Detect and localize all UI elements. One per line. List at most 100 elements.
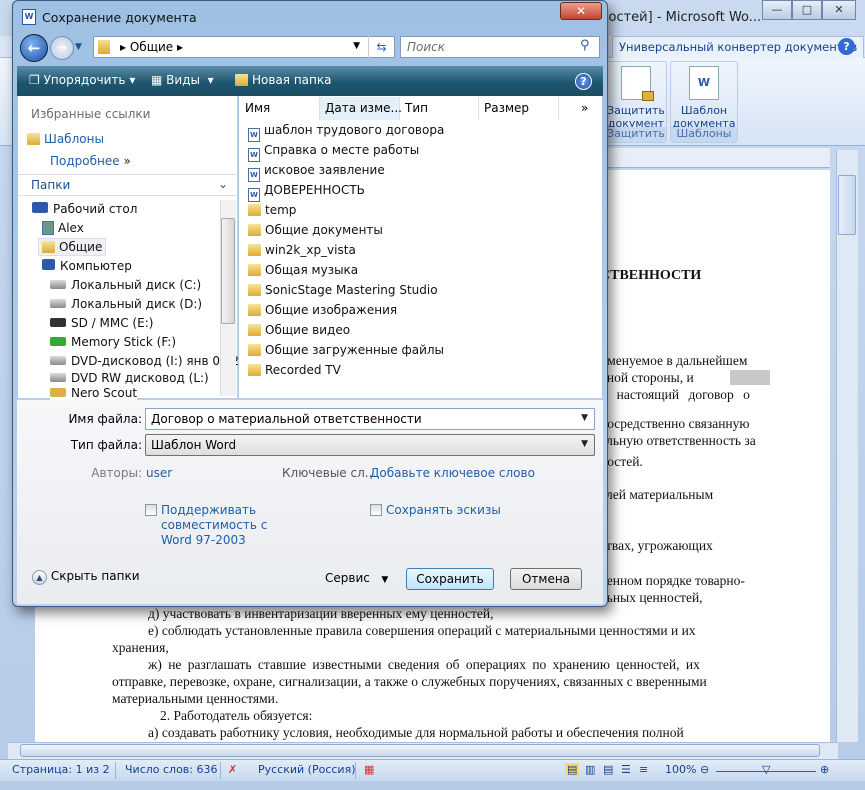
horizontal-scroll-thumb[interactable]: [20, 744, 820, 757]
compat-checkbox[interactable]: [145, 504, 157, 516]
tree-public[interactable]: Общие: [38, 238, 107, 256]
zoom-in-icon[interactable]: ⊕: [820, 763, 829, 776]
reading-layout-icon[interactable]: ▥: [585, 763, 595, 776]
hide-folders-button[interactable]: ▲ Скрыть папки: [32, 569, 140, 585]
back-button[interactable]: ←: [20, 34, 48, 62]
tree-desktop[interactable]: Рабочий стол: [32, 202, 137, 216]
vertical-scrollbar[interactable]: [836, 150, 858, 742]
file-row[interactable]: Общие видео: [248, 323, 350, 337]
print-layout-icon[interactable]: ▤: [565, 763, 580, 776]
cancel-button[interactable]: Отмена: [510, 568, 582, 590]
draft-icon[interactable]: ≡: [639, 763, 648, 776]
refresh-icon[interactable]: ⇆: [368, 36, 394, 58]
file-name: ДОВЕРЕННОСТЬ: [264, 183, 365, 197]
file-row[interactable]: Общие загруженные файлы: [248, 343, 444, 357]
file-row[interactable]: win2k_xp_vista: [248, 243, 356, 257]
zoom-level[interactable]: 100%: [665, 763, 696, 776]
organize-button[interactable]: ❐ Упорядочить ▾: [29, 73, 135, 87]
search-icon[interactable]: ⚲: [580, 38, 590, 53]
search-input[interactable]: Поиск: [400, 36, 600, 58]
page-count[interactable]: Страница: 1 из 2: [12, 763, 110, 776]
compat-label[interactable]: Поддерживать совместимость с Word 97-2003: [161, 503, 267, 548]
new-folder-button[interactable]: Новая папка: [235, 73, 331, 87]
zoom-out-icon[interactable]: ⊖: [700, 763, 709, 776]
web-layout-icon[interactable]: ▤: [603, 763, 613, 776]
column-name[interactable]: Имя: [240, 97, 320, 120]
filename-input[interactable]: Договор о материальной ответственности ▼: [145, 408, 595, 430]
maximize-button[interactable]: □: [792, 0, 822, 20]
file-row[interactable]: W ДОВЕРЕННОСТЬ: [248, 183, 365, 202]
dialog-help-icon[interactable]: ?: [575, 73, 592, 90]
group-label: Шаблоны: [671, 127, 737, 142]
save-button[interactable]: Сохранить: [406, 568, 494, 590]
tree-drive-e[interactable]: SD / MMC (E:): [50, 316, 153, 330]
zoom-slider-thumb[interactable]: ▽: [762, 763, 770, 776]
outline-icon[interactable]: ☰: [621, 763, 631, 776]
language[interactable]: Русский (Россия): [258, 763, 356, 776]
desktop-icon: [32, 202, 48, 213]
minimize-button[interactable]: —: [762, 0, 792, 20]
document-template-button[interactable]: W Шаблон документа: [671, 66, 737, 130]
column-size[interactable]: Размер: [479, 97, 559, 120]
folder-icon: [248, 204, 261, 216]
favorite-templates[interactable]: Шаблоны: [27, 132, 104, 146]
file-row[interactable]: Общие документы: [248, 223, 383, 237]
file-row[interactable]: temp: [248, 203, 296, 217]
file-row[interactable]: W Справка о месте работы: [248, 143, 419, 162]
file-row[interactable]: Общие изображения: [248, 303, 397, 317]
authors-value[interactable]: user: [146, 466, 172, 480]
chevron-down-icon[interactable]: ⌄: [218, 177, 228, 191]
tab-converter[interactable]: Универсальный конвертер документов: [612, 36, 865, 58]
keywords-input[interactable]: Добавьте ключевое слово: [370, 466, 535, 480]
folder-icon: [98, 40, 110, 54]
tree-alex[interactable]: Alex: [42, 221, 84, 235]
vertical-scroll-thumb[interactable]: [838, 175, 856, 235]
column-type[interactable]: Тип: [400, 97, 479, 120]
address-dropdown-icon[interactable]: ▼: [353, 41, 360, 51]
thumbnails-checkbox[interactable]: [370, 504, 382, 516]
word-document-icon: W: [248, 188, 260, 202]
tree-drive-i[interactable]: DVD-дисковод (I:) янв 01 20: [50, 354, 247, 368]
tree-computer[interactable]: Компьютер: [42, 259, 132, 273]
breadcrumb-item[interactable]: Общие: [130, 40, 173, 54]
word-count[interactable]: Число слов: 636: [125, 763, 218, 776]
doc-line: именуемое в дальнейшем: [600, 353, 748, 368]
filename-label: Имя файла:: [68, 412, 142, 426]
nav-scroll-thumb[interactable]: [221, 218, 235, 324]
file-name: Общая музыка: [265, 263, 359, 277]
thumbnails-label[interactable]: Сохранять эскизы: [386, 503, 501, 517]
macro-icon[interactable]: ▦: [364, 763, 374, 776]
file-row[interactable]: Общая музыка: [248, 263, 358, 277]
tree-nero-scout[interactable]: Nero Scout: [50, 387, 138, 400]
tree-drive-l[interactable]: DVD RW дисковод (L:): [50, 371, 209, 385]
dialog-close-button[interactable]: ✕: [560, 2, 602, 20]
spellcheck-icon[interactable]: ✗: [228, 763, 237, 776]
word-app-icon: W: [22, 9, 36, 25]
file-name: temp: [265, 203, 297, 217]
tree-drive-c[interactable]: Локальный диск (C:): [50, 278, 201, 292]
status-bar: Страница: 1 из 2 Число слов: 636 ✗ Русск…: [0, 759, 865, 781]
file-row[interactable]: Wисковое заявление: [248, 163, 385, 182]
more-link[interactable]: Подробнее »: [50, 154, 131, 168]
file-row[interactable]: Recorded TV: [248, 363, 341, 377]
close-button[interactable]: ✕: [822, 0, 856, 20]
card-icon: [50, 318, 66, 327]
column-date[interactable]: Дата изме...: [320, 97, 402, 120]
file-row[interactable]: Wшаблон трудового договора: [248, 123, 444, 142]
history-dropdown-icon[interactable]: ▼: [75, 42, 82, 52]
address-bar[interactable]: ▸ Общие ▸ ▼: [93, 36, 395, 58]
views-button[interactable]: ▦ Виды ▾: [151, 73, 214, 87]
tools-button[interactable]: Сервис ▼: [325, 571, 388, 585]
tree-drive-d[interactable]: Локальный диск (D:): [50, 297, 202, 311]
forward-button[interactable]: →: [50, 36, 74, 60]
folders-header[interactable]: Папки ⌄: [18, 174, 238, 196]
file-name: SonicStage Mastering Studio: [265, 283, 438, 297]
file-row[interactable]: SonicStage Mastering Studio: [248, 283, 438, 297]
file-name: Общие видео: [265, 323, 351, 337]
protect-document-button[interactable]: Защитить документ: [606, 66, 666, 130]
help-icon[interactable]: ?: [838, 38, 855, 55]
more-columns-icon[interactable]: »: [576, 97, 593, 120]
file-name: Recorded TV: [265, 363, 341, 377]
filetype-select[interactable]: Шаблон Word ▼: [145, 434, 595, 456]
tree-drive-f[interactable]: Memory Stick (F:): [50, 335, 176, 349]
